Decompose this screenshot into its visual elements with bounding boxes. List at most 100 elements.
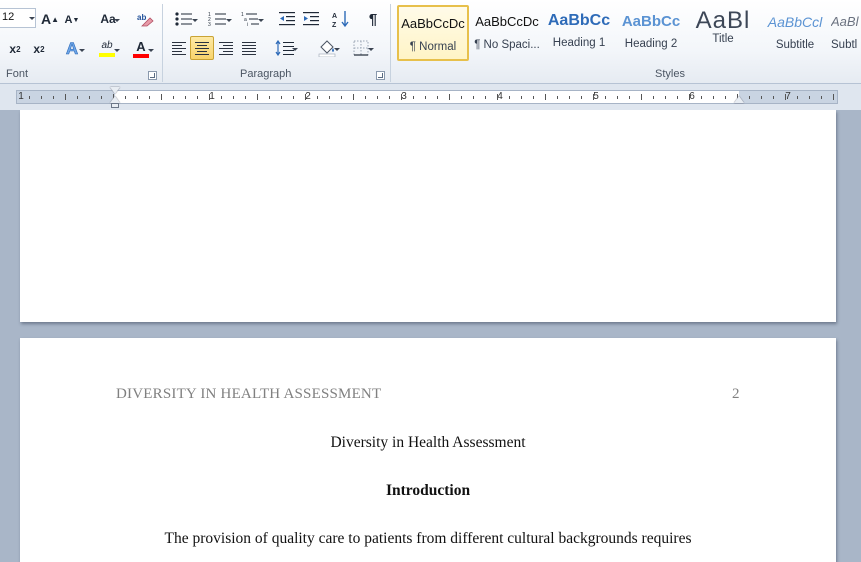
font-size-input[interactable]: 12 <box>0 8 36 28</box>
subscript-button[interactable]: x2 <box>4 38 26 60</box>
style-no-spacing[interactable]: AaBbCcDc ¶ No Spaci... <box>471 5 543 61</box>
ruler-tick <box>677 96 678 99</box>
ruler-tick <box>353 94 354 100</box>
decrease-indent-button[interactable] <box>276 8 298 30</box>
ruler-tick <box>65 94 66 100</box>
ruler-tick <box>641 94 642 100</box>
borders-button[interactable] <box>346 37 376 59</box>
ruler-tick <box>485 96 486 99</box>
paragraph-group-label: Paragraph <box>240 68 292 80</box>
clear-formatting-icon: ab <box>137 13 154 27</box>
ruler-tick <box>341 96 342 99</box>
align-center-icon <box>195 41 209 55</box>
ruler-number: 7 <box>785 91 791 102</box>
align-center-button[interactable] <box>190 36 214 60</box>
document-canvas[interactable]: DIVERSITY IN HEALTH ASSESSMENT 2 Diversi… <box>0 110 861 562</box>
right-indent-marker[interactable] <box>734 96 744 103</box>
first-line-indent-marker[interactable] <box>110 87 120 94</box>
chevron-down-icon <box>114 19 120 22</box>
ruler-tick <box>233 96 234 99</box>
shrink-font-button[interactable]: A ▼ <box>62 10 82 30</box>
ruler-tick <box>53 96 54 99</box>
highlight-button[interactable]: ab <box>92 38 122 60</box>
ruler-tick <box>761 96 762 99</box>
ruler-tick <box>389 96 390 99</box>
document-title: Diversity in Health Assessment <box>330 434 526 451</box>
ruler-tick <box>557 96 558 99</box>
ruler-tick <box>257 94 258 100</box>
ruler-number: 1 <box>18 91 24 102</box>
chevron-down-icon <box>334 48 340 51</box>
ruler-number: 3 <box>401 91 407 102</box>
align-left-button[interactable] <box>168 37 190 59</box>
font-color-button[interactable]: A <box>126 38 156 60</box>
numbering-icon: 1 2 3 <box>208 12 226 27</box>
ruler-tick <box>161 94 162 100</box>
horizontal-ruler[interactable]: 1 1 2 3 4 5 6 7 <box>16 90 838 104</box>
svg-text:i: i <box>247 22 248 27</box>
shading-button[interactable] <box>312 37 342 59</box>
ruler-tick <box>149 96 150 99</box>
sort-icon: A Z <box>332 11 349 28</box>
paragraph-dialog-launcher-icon[interactable] <box>376 71 385 80</box>
left-indent-marker[interactable] <box>111 103 119 108</box>
grow-font-button[interactable]: A ▲ <box>40 8 60 30</box>
grow-font-label: A <box>40 11 52 27</box>
style-subtle-emphasis[interactable]: AaBl Subtl <box>831 5 861 61</box>
style-name: Subtitle <box>775 39 815 51</box>
justify-button[interactable] <box>238 37 260 59</box>
text-effects-button[interactable]: A <box>60 38 85 60</box>
font-dialog-launcher-icon[interactable] <box>148 71 157 80</box>
line-spacing-button[interactable] <box>270 37 300 59</box>
clear-formatting-button[interactable]: ab <box>135 8 155 30</box>
ruler-tick <box>797 96 798 99</box>
ruler-tick <box>401 94 402 100</box>
hanging-indent-marker[interactable] <box>110 96 120 103</box>
ruler-tick <box>725 96 726 99</box>
ruler-tick <box>569 96 570 99</box>
ruler-tick <box>269 96 270 99</box>
ruler-tick <box>449 94 450 100</box>
ruler-tick <box>293 96 294 99</box>
ruler-tick <box>605 96 606 99</box>
numbering-button[interactable]: 1 2 3 <box>202 8 234 30</box>
page-1[interactable] <box>20 110 836 322</box>
ruler-tick <box>101 96 102 99</box>
ruler-tick <box>629 96 630 99</box>
show-formatting-button[interactable]: ¶ <box>362 8 384 30</box>
style-title[interactable]: AaBl Title <box>687 5 759 61</box>
style-heading-2[interactable]: AaBbCc Heading 2 <box>615 5 687 61</box>
section-heading: Introduction <box>385 482 471 499</box>
ruler-tick <box>473 96 474 99</box>
align-right-icon <box>219 41 233 55</box>
sort-button[interactable]: A Z <box>330 8 352 30</box>
style-name: ¶ Normal <box>409 41 457 53</box>
change-case-button[interactable]: Aa <box>94 8 122 30</box>
page-2[interactable]: DIVERSITY IN HEALTH ASSESSMENT 2 Diversi… <box>20 338 836 562</box>
ruler-tick <box>77 96 78 99</box>
ruler-tick <box>461 96 462 99</box>
ruler-tick <box>809 96 810 99</box>
style-name: Subtl <box>831 39 858 51</box>
increase-indent-button[interactable] <box>300 8 322 30</box>
ruler-tick <box>773 96 774 99</box>
ribbon: 12 A ▲ A ▼ Aa ab x2 x2 A ab A Font 1 2 3… <box>0 0 861 84</box>
ruler-tick <box>173 96 174 99</box>
superscript-button[interactable]: x2 <box>28 38 50 60</box>
ruler-tick <box>89 96 90 99</box>
style-sample: AaBl <box>831 14 859 29</box>
style-subtitle[interactable]: AaBbCcl Subtitle <box>759 5 831 61</box>
style-normal[interactable]: AaBbCcDc ¶ Normal <box>397 5 469 61</box>
ruler-bar: 1 1 2 3 4 5 6 7 <box>0 84 861 110</box>
ruler-tick <box>701 96 702 99</box>
ruler-tick <box>617 96 618 99</box>
bullets-button[interactable] <box>168 8 200 30</box>
ruler-tick <box>221 96 222 99</box>
align-right-button[interactable] <box>215 37 237 59</box>
page-number: 2 <box>732 386 740 402</box>
style-sample: AaBbCcDc <box>475 14 539 29</box>
multilevel-list-button[interactable]: 1 a i <box>236 8 266 30</box>
style-heading-1[interactable]: AaBbCc Heading 1 <box>543 5 615 61</box>
ruler-tick <box>689 94 690 100</box>
chevron-down-icon <box>79 49 85 52</box>
